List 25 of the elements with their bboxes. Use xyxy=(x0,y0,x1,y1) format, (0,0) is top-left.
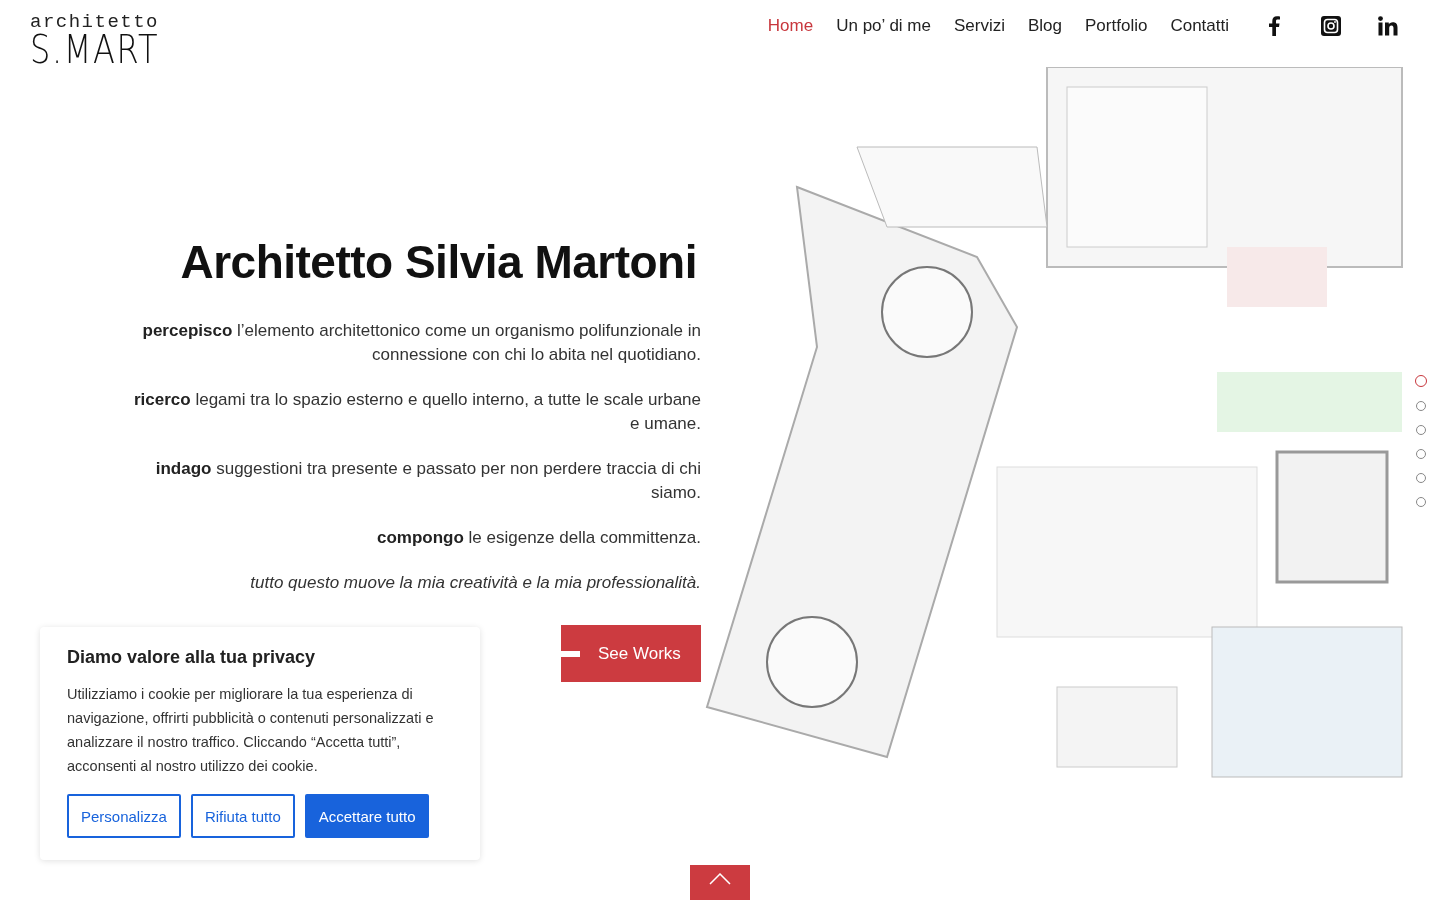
see-works-button[interactable]: See Works xyxy=(561,625,701,682)
scroll-top-button[interactable] xyxy=(690,865,750,900)
cookie-title: Diamo valore alla tua privacy xyxy=(67,647,317,668)
chevron-up-icon xyxy=(709,873,731,885)
nav-link[interactable]: Servizi xyxy=(954,14,1005,38)
cookie-button[interactable]: Personalizza xyxy=(67,794,181,838)
hero-paragraph: ricerco legami tra lo spazio esterno e quello interno, a tutte le scale urbane e umane. xyxy=(133,389,701,435)
facebook-icon[interactable] xyxy=(1268,16,1280,36)
nav-link[interactable]: Home xyxy=(767,14,814,38)
nav-link[interactable]: Un po’ di me xyxy=(836,14,931,38)
logo-text[interactable]: architetto xyxy=(30,13,188,31)
cookie-text: Utilizziamo i cookie per migliorare la tua esperienza di navigazione, offrirti pubblicità o contenuti personalizzati e analizzare il nostro traffico. Cliccando “Accetta tutti”, acconsenti al nostro utilizzo dei cookie. xyxy=(67,685,435,776)
hero-paragraph: compongo le esigenze della committenza. xyxy=(376,527,701,549)
nav-link[interactable]: Blog xyxy=(1028,14,1063,38)
hero-title: Architetto Silvia Martoni xyxy=(180,235,697,289)
instagram-icon[interactable] xyxy=(1321,16,1341,36)
hero-paragraph: tutto questo muove la mia creatività e la mia professionalità. xyxy=(250,572,701,594)
nav-link[interactable]: Portfolio xyxy=(1085,14,1148,38)
hero-paragraph: percepisco l’elemento architettonico come un organismo polifunzionale in connessione con chi lo abita nel quotidiano. xyxy=(141,320,701,366)
hero-paragraph: indago suggestioni tra presente e passato per non perdere traccia di chi siamo. xyxy=(154,458,701,504)
logo-wordmark[interactable]: S.MART xyxy=(30,31,160,69)
linkedin-icon[interactable] xyxy=(1378,16,1398,36)
nav-link[interactable]: Contatti xyxy=(1170,14,1229,38)
cookie-button[interactable]: Rifiuta tutto xyxy=(190,794,295,838)
cookie-button[interactable]: Accettare tutto xyxy=(304,794,430,838)
